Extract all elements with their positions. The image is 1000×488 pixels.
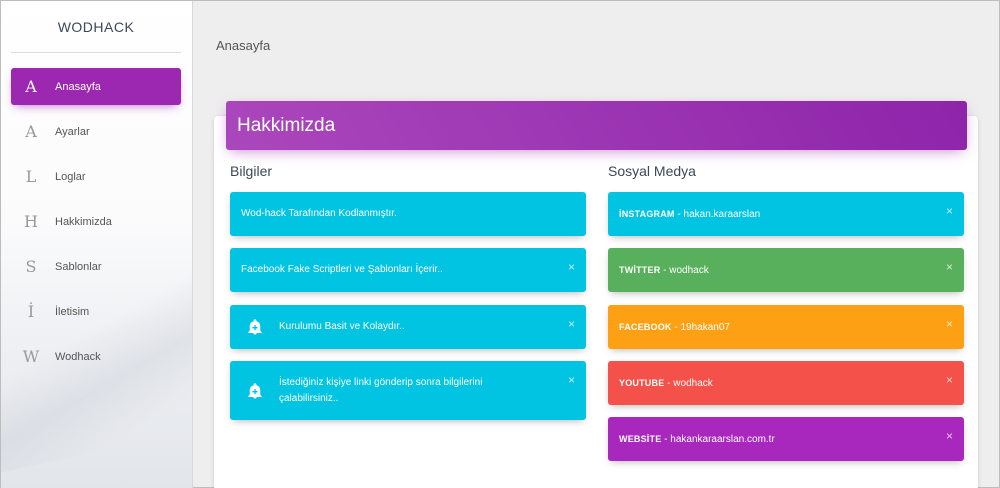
- info-alert: Facebook Fake Scriptleri ve Şablonları İ…: [230, 248, 586, 292]
- info-alert: Kurulumu Basit ve Kolaydır.. ×: [230, 305, 586, 349]
- social-alert-facebook: FACEBOOK - 19hakan07 ×: [608, 305, 964, 349]
- sidebar-item-mini: L: [25, 167, 37, 186]
- page-title[interactable]: Anasayfa: [216, 38, 270, 53]
- close-icon[interactable]: ×: [946, 373, 953, 387]
- close-icon[interactable]: ×: [946, 429, 953, 443]
- bell-plus-icon: [230, 305, 270, 349]
- sidebar-item-label: Wodhack: [55, 350, 101, 363]
- sidebar-item-mini: W: [22, 347, 40, 366]
- social-alert-text: TWİTTER - wodhack: [608, 262, 709, 279]
- social-value: - wodhack: [664, 377, 713, 389]
- social-alert-text: WEBSİTE - hakankaraarslan.com.tr: [608, 431, 775, 448]
- close-icon[interactable]: ×: [568, 373, 575, 387]
- social-column-title: Sosyal Medya: [608, 163, 696, 179]
- social-alert-text: FACEBOOK - 19hakan07: [608, 319, 730, 336]
- sidebar-item-label: Ayarlar: [55, 125, 90, 138]
- social-value: - wodhack: [660, 264, 709, 276]
- bell-plus-icon: [230, 361, 270, 420]
- sidebar-item-anasayfa[interactable]: A Anasayfa: [11, 68, 181, 105]
- sidebar-logo[interactable]: WODHACK: [11, 1, 181, 53]
- sidebar-item-mini: A: [25, 77, 37, 96]
- card-header: Hakkimizda: [226, 101, 967, 150]
- social-label: YOUTUBE: [619, 377, 665, 388]
- social-value: - hakan.karaarslan: [674, 208, 761, 220]
- info-alert: Wod-hack Tarafından Kodlanmıştır.: [230, 192, 586, 236]
- sidebar-item-label: İletisim: [55, 305, 90, 318]
- sidebar-item-label: Hakkimizda: [55, 215, 112, 228]
- sidebar-item-label: Anasayfa: [55, 80, 101, 93]
- social-label: İNSTAGRAM: [619, 208, 675, 219]
- info-alert-text: Kurulumu Basit ve Kolaydır..: [279, 321, 405, 332]
- sidebar-item-loglar[interactable]: L Loglar: [11, 158, 181, 195]
- close-icon[interactable]: ×: [946, 204, 953, 218]
- card-title: Hakkimizda: [237, 114, 336, 136]
- social-alert-text: YOUTUBE - wodhack: [608, 375, 713, 392]
- sidebar-item-iletisim[interactable]: İ İletisim: [11, 293, 181, 330]
- close-icon[interactable]: ×: [946, 260, 953, 274]
- sidebar-item-label: Loglar: [55, 170, 86, 183]
- info-alert-text: Facebook Fake Scriptleri ve Şablonları İ…: [241, 264, 443, 275]
- close-icon[interactable]: ×: [946, 317, 953, 331]
- sidebar-nav: A Anasayfa A Ayarlar L Loglar H Hakkimiz…: [11, 68, 181, 383]
- social-label: WEBSİTE: [619, 433, 662, 444]
- sidebar-item-sablonlar[interactable]: S Sablonlar: [11, 248, 181, 285]
- sidebar-item-mini: S: [25, 257, 37, 276]
- social-alert-instagram: İNSTAGRAM - hakan.karaarslan ×: [608, 192, 964, 236]
- close-icon[interactable]: ×: [568, 317, 575, 331]
- info-alert-text: İstediğiniz kişiye linki gönderip sonra …: [279, 376, 483, 404]
- social-alert-website: WEBSİTE - hakankaraarslan.com.tr ×: [608, 417, 964, 461]
- social-label: TWİTTER: [619, 264, 661, 275]
- sidebar-item-mini: A: [25, 122, 37, 141]
- sidebar-item-wodhack[interactable]: W Wodhack: [11, 338, 181, 375]
- sidebar-item-mini: İ: [27, 302, 35, 321]
- info-column-title: Bilgiler: [230, 163, 273, 179]
- info-alert-text: Wod-hack Tarafından Kodlanmıştır.: [241, 208, 397, 219]
- sidebar-item-ayarlar[interactable]: A Ayarlar: [11, 113, 181, 150]
- social-alert-text: İNSTAGRAM - hakan.karaarslan: [608, 206, 760, 223]
- social-value: - hakankaraarslan.com.tr: [661, 433, 775, 445]
- sidebar-item-hakkimizda[interactable]: H Hakkimizda: [11, 203, 181, 240]
- social-label: FACEBOOK: [619, 321, 672, 332]
- social-alert-twitter: TWİTTER - wodhack ×: [608, 248, 964, 292]
- sidebar-item-label: Sablonlar: [55, 260, 102, 273]
- sidebar: WODHACK A Anasayfa A Ayarlar L Loglar H …: [1, 1, 193, 488]
- social-value: - 19hakan07: [671, 321, 730, 333]
- close-icon[interactable]: ×: [568, 260, 575, 274]
- info-alert: İstediğiniz kişiye linki gönderip sonra …: [230, 361, 586, 420]
- social-alert-youtube: YOUTUBE - wodhack ×: [608, 361, 964, 405]
- sidebar-item-mini: H: [24, 212, 38, 231]
